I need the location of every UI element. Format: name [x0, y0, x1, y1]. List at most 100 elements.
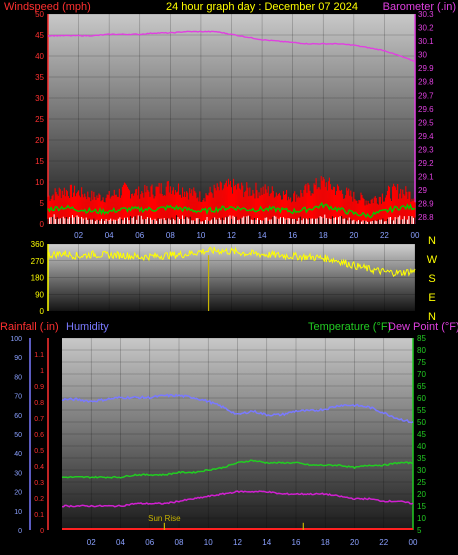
windspeed-tick-label: 45: [35, 31, 44, 40]
barometer-tick-label: 29.1: [418, 173, 434, 182]
temperature-x-tick-label: 14: [262, 538, 271, 547]
humidity-axis-label: Humidity: [66, 321, 109, 333]
windspeed-tick-label: 5: [40, 199, 45, 208]
humidity-tick-label: 60: [14, 413, 22, 420]
barometer-tick-label: 30: [418, 51, 427, 60]
temperature-x-tick-label: 20: [350, 538, 359, 547]
humidity-tick-label: 100: [10, 336, 22, 343]
wind-x-tick-label: 04: [105, 231, 114, 240]
direction-tick-label: 270: [31, 257, 45, 266]
barometer-tick-label: 29.3: [418, 145, 434, 154]
barometer-tick-label: 30.3: [418, 10, 434, 19]
temperature-tick-label: 5: [417, 526, 422, 535]
humidity-tick-label: 0: [18, 528, 22, 535]
barometer-tick-label: 29.2: [418, 159, 434, 168]
temperature-tick-label: 10: [417, 514, 426, 523]
wind-x-ticks: 02 04 06 08 10 12 14 16 18 20 22 00: [74, 231, 420, 240]
barometer-tick-label: 28.9: [418, 200, 434, 209]
barometer-tick-label: 28.8: [418, 213, 434, 222]
wind-x-tick-label: 06: [135, 231, 144, 240]
temperature-tick-label: 55: [417, 406, 426, 415]
temperature-x-tick-label: 02: [87, 538, 96, 547]
temperature-axis-label: Temperature (°F): [308, 321, 391, 333]
temperature-tick-label: 80: [417, 346, 426, 355]
temperature-tick-label: 15: [417, 502, 426, 511]
rainfall-tick-label: 0.4: [34, 464, 44, 471]
temperature-tick-label: 40: [417, 442, 426, 451]
wind-x-tick-label: 22: [380, 231, 389, 240]
barometer-tick-label: 29.7: [418, 91, 434, 100]
temperature-x-tick-label: 00: [409, 538, 418, 547]
barometer-tick-label: 30.1: [418, 37, 434, 46]
humidity-ticks: 0 10 20 30 40 50 60 70 80 90 100: [10, 336, 22, 535]
temperature-tick-label: 30: [417, 466, 426, 475]
rainfall-axis-label: Rainfall (.in): [0, 321, 59, 333]
humidity-tick-label: 80: [14, 374, 22, 381]
temperature-tick-label: 45: [417, 430, 426, 439]
sun-rise-label: Sun Rise: [148, 514, 181, 523]
compass-label: N: [428, 235, 436, 247]
humidity-tick-label: 70: [14, 394, 22, 401]
barometer-ticks: 28.8 28.9 29 29.1 29.2 29.3 29.4 29.5 29.6 29.7 29…: [418, 10, 434, 222]
wind-x-tick-label: 02: [74, 231, 83, 240]
rainfall-tick-label: 1.1: [34, 352, 44, 359]
rainfall-tick-label: 0.9: [34, 384, 44, 391]
rainfall-tick-label: 0.8: [34, 400, 44, 407]
rainfall-tick-label: 0.3: [34, 480, 44, 487]
wind-x-tick-label: 20: [349, 231, 358, 240]
rainfall-tick-label: 0.2: [34, 496, 44, 503]
weather-graph: Windspeed (mph) 24 hour graph day : Dece…: [0, 1, 458, 547]
compass-labels: NWSEN: [427, 235, 438, 323]
direction-ticks: 0 90 180 270 360: [31, 240, 45, 316]
rainfall-tick-label: 0: [40, 528, 44, 535]
temperature-x-tick-label: 04: [116, 538, 125, 547]
temperature-x-tick-label: 18: [321, 538, 330, 547]
rainfall-tick-label: 0.7: [34, 416, 44, 423]
compass-label: E: [428, 292, 435, 304]
windspeed-tick-label: 20: [35, 136, 44, 145]
wind-x-tick-label: 12: [227, 231, 236, 240]
temperature-x-tick-label: 22: [379, 538, 388, 547]
direction-tick-label: 90: [35, 290, 44, 299]
dewpoint-axis-label: Dew Point (°F): [388, 321, 458, 333]
rainfall-tick-label: 1: [40, 368, 44, 375]
humidity-tick-label: 90: [14, 355, 22, 362]
windspeed-tick-label: 25: [35, 115, 44, 124]
windspeed-axis-label: Windspeed (mph): [4, 1, 91, 13]
temperature-tick-label: 65: [417, 382, 426, 391]
wind-x-tick-label: 18: [319, 231, 328, 240]
temperature-x-ticks: 02 04 06 08 10 12 14 16 18 20 22 00: [87, 538, 418, 547]
temperature-ticks: 5 10 15 20 25 30 35 40 45 50 55 60 65 70 75 80 85: [417, 334, 426, 535]
humidity-tick-label: 30: [14, 470, 22, 477]
temperature-tick-label: 75: [417, 358, 426, 367]
barometer-tick-label: 29.9: [418, 64, 434, 73]
rainfall-ticks: 0 0.1 0.2 0.3 0.4 0.5 0.6 0.7 0.8 0.9 1 1.1: [34, 352, 44, 535]
temperature-tick-label: 60: [417, 394, 426, 403]
temperature-x-tick-label: 12: [233, 538, 242, 547]
rainfall-tick-label: 0.6: [34, 432, 44, 439]
rainfall-tick-label: 0.5: [34, 448, 44, 455]
direction-tick-label: 0: [40, 307, 45, 316]
barometer-tick-label: 29.8: [418, 78, 434, 87]
direction-tick-label: 180: [31, 274, 45, 283]
barometer-tick-label: 29.4: [418, 132, 434, 141]
humidity-tick-label: 50: [14, 432, 22, 439]
windspeed-tick-label: 50: [35, 10, 44, 19]
wind-x-tick-label: 00: [411, 231, 420, 240]
barometer-tick-label: 29.5: [418, 118, 434, 127]
temperature-x-tick-label: 16: [292, 538, 301, 547]
graph-title: 24 hour graph day : December 07 2024: [166, 1, 358, 13]
temperature-tick-label: 25: [417, 478, 426, 487]
wind-x-tick-label: 14: [258, 231, 267, 240]
barometer-tick-label: 30.2: [418, 24, 434, 33]
temperature-tick-label: 20: [417, 490, 426, 499]
humidity-tick-label: 10: [14, 509, 22, 516]
temperature-x-tick-label: 06: [145, 538, 154, 547]
windspeed-tick-label: 0: [40, 220, 45, 229]
temperature-x-tick-label: 08: [175, 538, 184, 547]
windspeed-ticks: 0 5 10 15 20 25 30 35 40 45 50: [35, 10, 44, 229]
barometer-tick-label: 29: [418, 186, 427, 195]
compass-label: W: [427, 254, 438, 266]
direction-tick-label: 360: [31, 240, 45, 249]
temperature-tick-label: 85: [417, 334, 426, 343]
